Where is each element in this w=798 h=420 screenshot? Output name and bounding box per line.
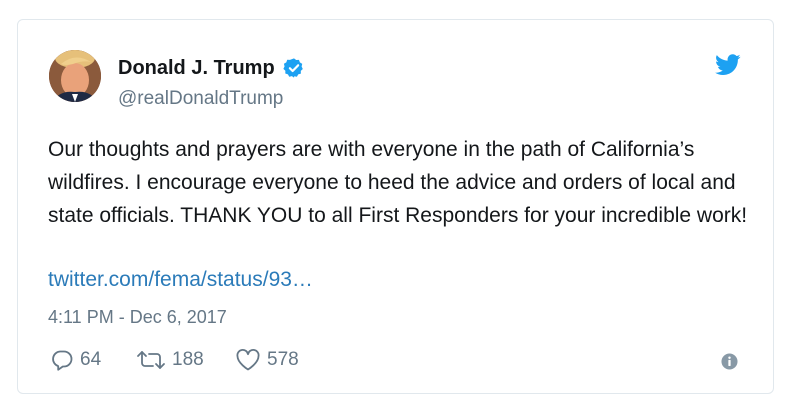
- retweet-icon: [137, 351, 165, 369]
- heart-icon: [236, 349, 260, 371]
- avatar[interactable]: [49, 50, 101, 102]
- reply-count: 64: [80, 349, 102, 370]
- tweet-timestamp[interactable]: 4:11 PM - Dec 6, 2017: [48, 305, 227, 329]
- author-handle[interactable]: @realDonaldTrump: [118, 87, 283, 111]
- retweet-button[interactable]: 188: [136, 346, 204, 374]
- like-count: 578: [267, 349, 299, 370]
- retweet-count: 188: [172, 349, 204, 370]
- like-button[interactable]: 578: [235, 346, 299, 374]
- reply-button[interactable]: 64: [50, 346, 101, 374]
- author-name[interactable]: Donald J. Trump: [118, 56, 275, 80]
- info-icon[interactable]: [721, 353, 738, 370]
- twitter-bird-icon[interactable]: [715, 54, 741, 76]
- author-row: Donald J. Trump: [118, 56, 305, 80]
- avatar-image: [49, 50, 101, 102]
- tweet-card: Donald J. Trump @realDonaldTrump Our tho…: [17, 19, 774, 394]
- verified-badge-icon: [283, 58, 303, 78]
- reply-icon: [52, 350, 73, 371]
- tweet-text: Our thoughts and prayers are with everyo…: [48, 138, 748, 227]
- tweet-link[interactable]: twitter.com/fema/status/93…: [48, 266, 313, 294]
